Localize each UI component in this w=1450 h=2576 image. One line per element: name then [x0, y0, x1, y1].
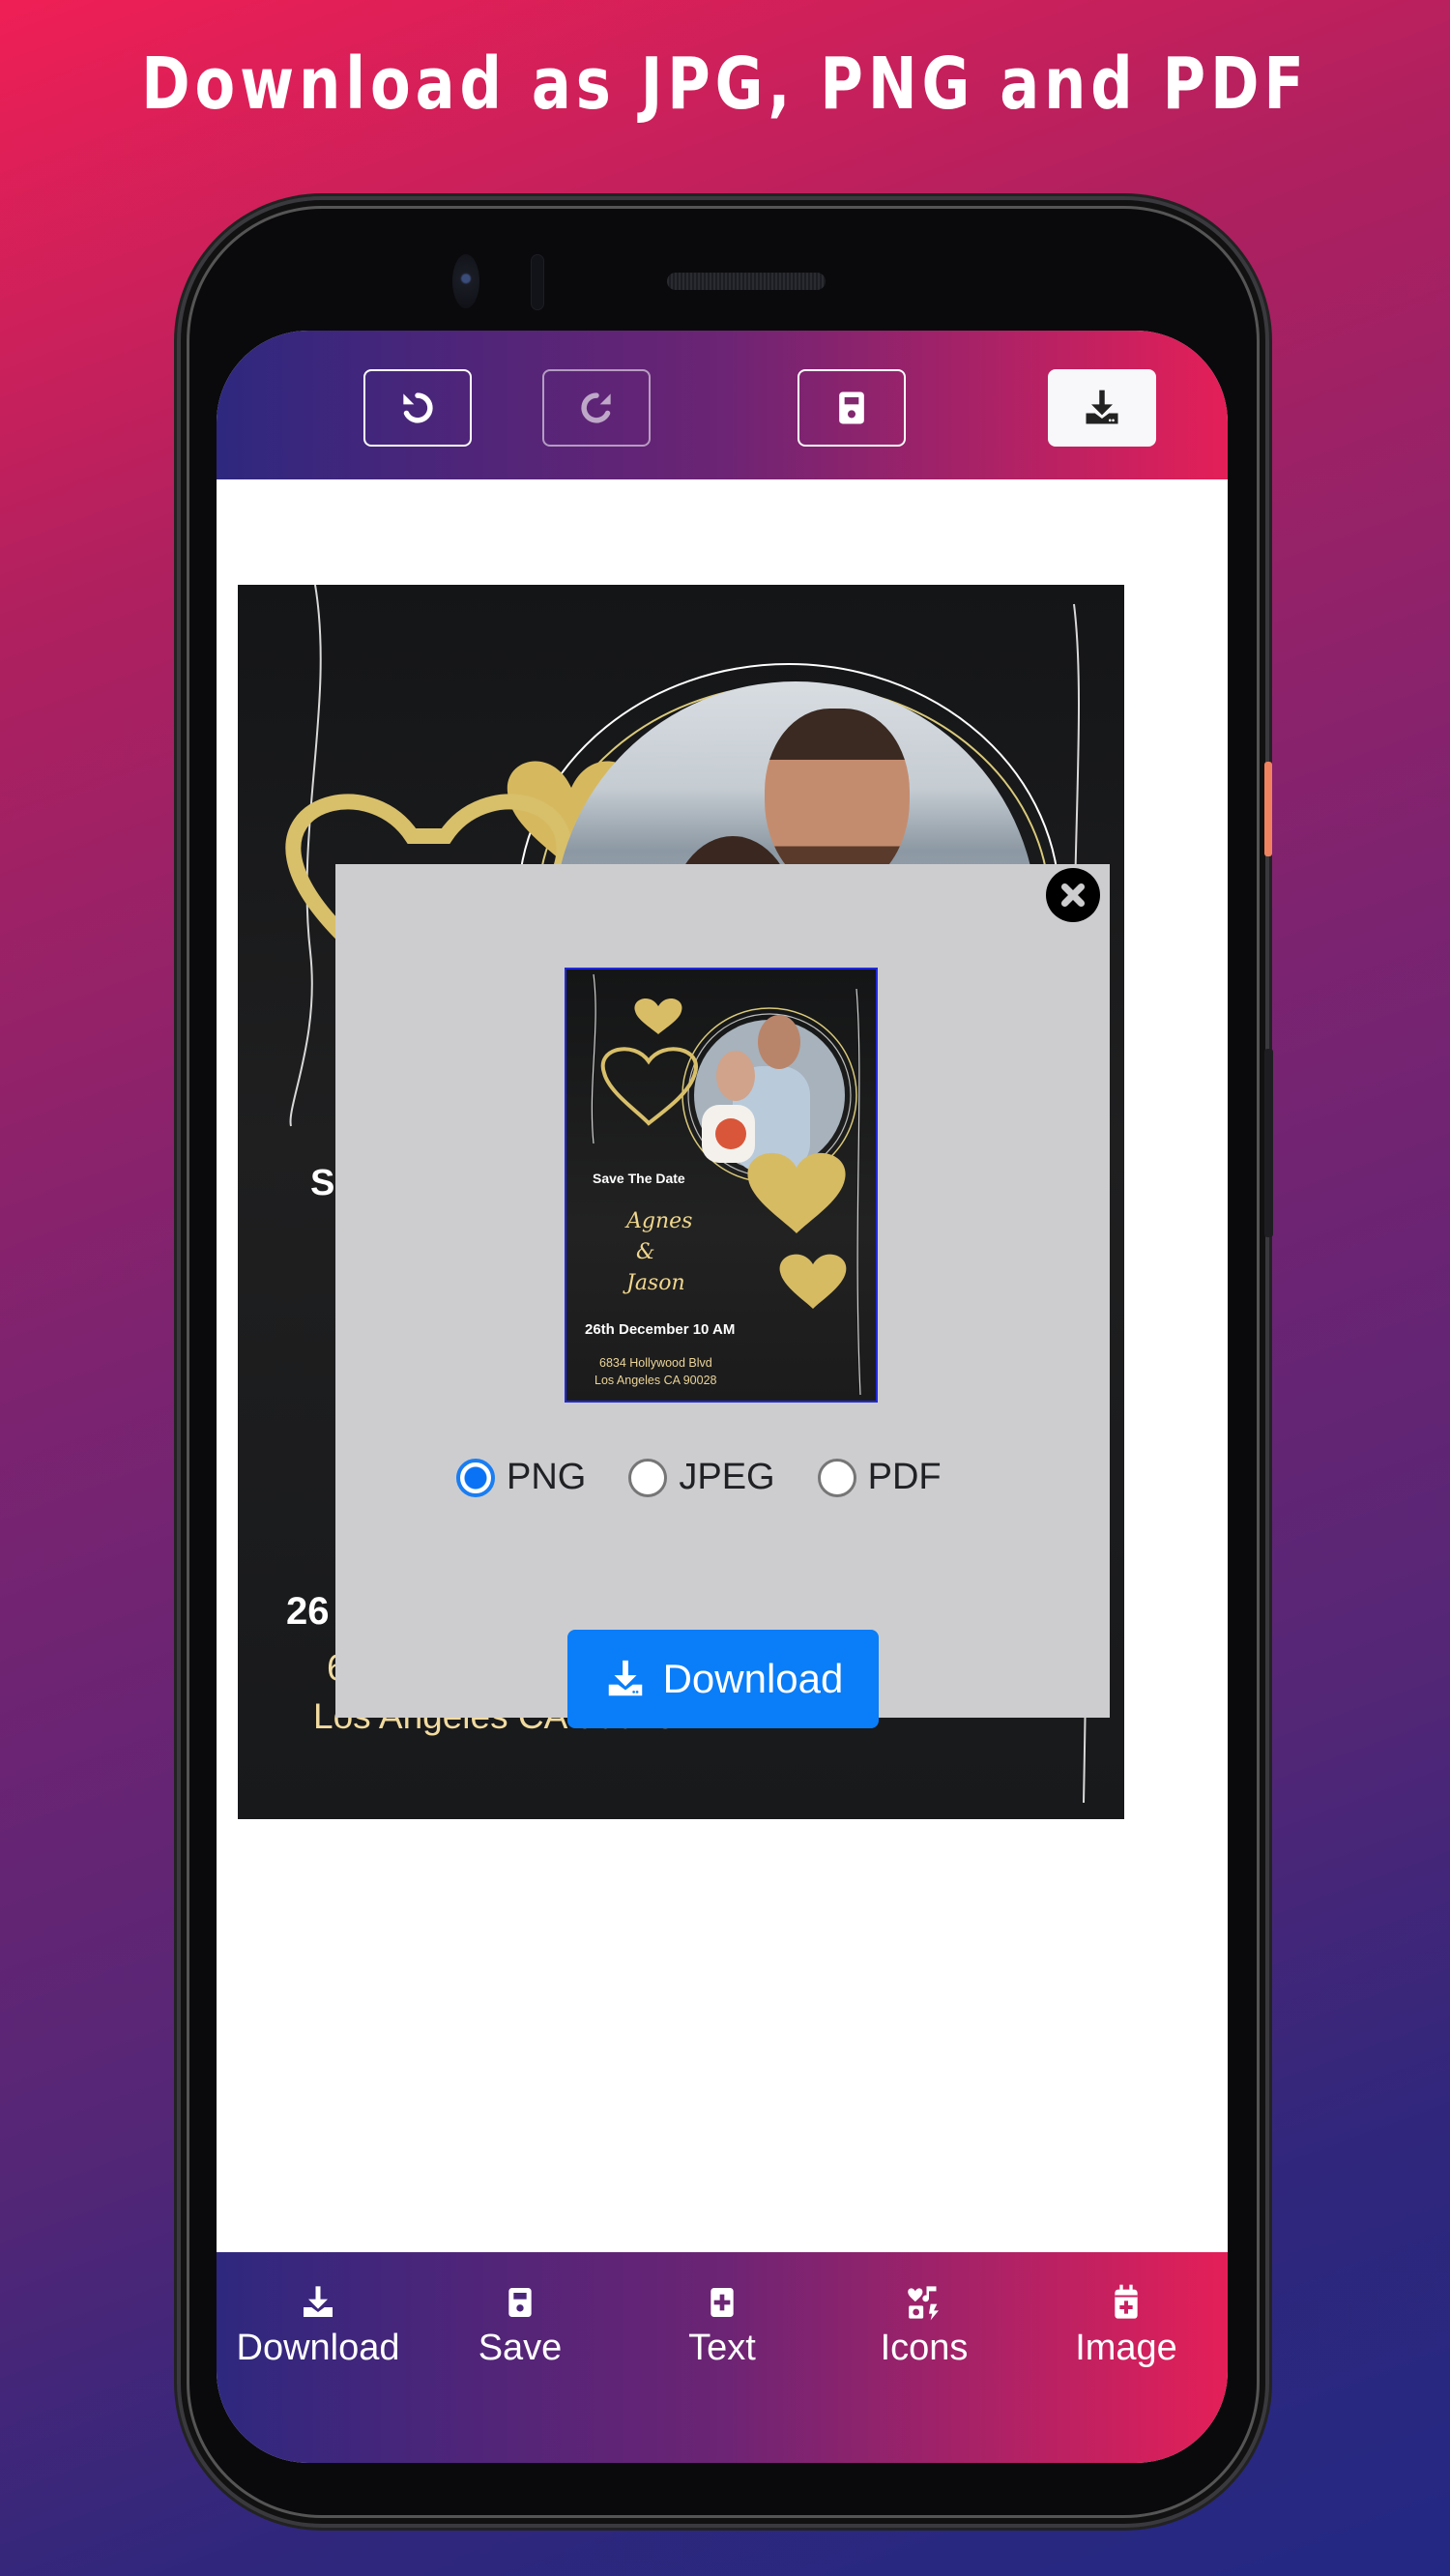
- preview-address-line1: 6834 Hollywood Blvd: [599, 1356, 712, 1370]
- promo-title: Download as JPG, PNG and PDF: [141, 43, 1309, 126]
- proximity-sensor: [532, 255, 543, 309]
- calendar-plus-icon: [1115, 2284, 1138, 2319]
- front-camera: [452, 254, 479, 308]
- format-option-pdf[interactable]: PDF: [817, 1457, 942, 1498]
- icons-collection-icon: [908, 2286, 939, 2321]
- download-toolbar-button[interactable]: [1048, 369, 1156, 447]
- download-button-label: Download: [662, 1656, 844, 1701]
- radio-label: PNG: [507, 1457, 587, 1497]
- phone-power-button: [1264, 762, 1272, 856]
- nav-label: Icons: [880, 2328, 969, 2368]
- nav-label: Text: [688, 2328, 756, 2368]
- format-option-png[interactable]: PNG: [456, 1457, 586, 1498]
- save-button[interactable]: [798, 369, 906, 447]
- download-icon: [304, 2286, 333, 2317]
- earpiece-speaker: [667, 273, 826, 290]
- format-radio-group: PNG JPEG PDF: [456, 1457, 984, 1498]
- plus-square-icon: [710, 2288, 734, 2317]
- radio-pdf[interactable]: [817, 1458, 856, 1497]
- save-the-date-fragment: S: [310, 1163, 335, 1203]
- close-circle-icon: [1060, 883, 1086, 908]
- download-button-row: Download: [335, 1630, 1110, 1728]
- preview-ampersand: &: [636, 1240, 655, 1264]
- preview-save-the-date: Save The Date: [593, 1171, 685, 1186]
- preview-groom-name: Jason: [626, 1271, 685, 1295]
- preview-address-line2: Los Angeles CA 90028: [594, 1374, 717, 1387]
- close-button[interactable]: [1046, 868, 1100, 922]
- radio-label: JPEG: [679, 1457, 775, 1497]
- redo-button[interactable]: [542, 369, 651, 447]
- nav-item-image[interactable]: Image: [1030, 2283, 1223, 2369]
- undo-button[interactable]: [363, 369, 472, 447]
- phone-volume-button: [1264, 1049, 1273, 1237]
- format-option-jpeg[interactable]: JPEG: [628, 1457, 775, 1498]
- radio-png[interactable]: [456, 1458, 495, 1497]
- floppy-disk-icon: [839, 391, 864, 424]
- radio-jpeg[interactable]: [628, 1458, 668, 1497]
- download-modal: Save The Date Agnes & Jason 26th Decembe…: [335, 864, 1110, 1728]
- nav-item-download[interactable]: Download: [221, 2283, 415, 2369]
- invitation-preview: Save The Date Agnes & Jason 26th Decembe…: [565, 968, 878, 1403]
- download-button[interactable]: Download: [567, 1630, 879, 1728]
- redo-icon: [581, 392, 611, 423]
- preview-date-time: 26th December 10 AM: [585, 1321, 736, 1338]
- bottom-nav: Download Save Text Icons Image: [217, 2252, 1228, 2463]
- nav-item-icons[interactable]: Icons: [827, 2283, 1021, 2369]
- preview-bride-name: Agnes: [626, 1209, 693, 1233]
- download-icon: [1086, 390, 1118, 424]
- nav-label: Download: [236, 2328, 400, 2368]
- radio-label: PDF: [867, 1457, 942, 1497]
- top-toolbar: [217, 331, 1228, 479]
- nav-label: Save: [478, 2328, 563, 2368]
- nav-item-text[interactable]: Text: [625, 2283, 819, 2369]
- date-fragment: 26: [286, 1590, 330, 1633]
- nav-item-save[interactable]: Save: [423, 2283, 617, 2369]
- floppy-disk-icon: [508, 2288, 532, 2317]
- app-screen: S 26 6 Los Angeles CA 90028: [217, 331, 1228, 2463]
- download-icon: [608, 1660, 642, 1696]
- nav-label: Image: [1075, 2328, 1177, 2368]
- undo-icon: [403, 392, 433, 423]
